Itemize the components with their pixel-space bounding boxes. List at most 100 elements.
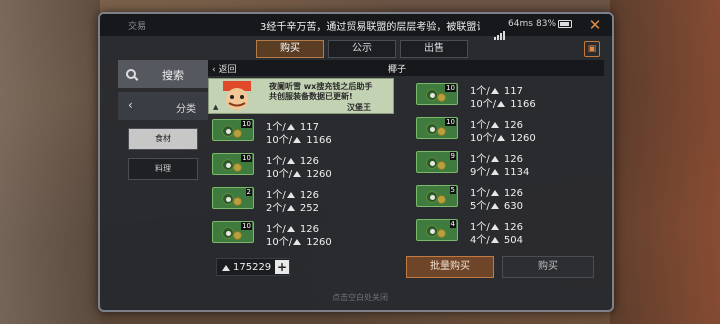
stack-count: 10	[445, 84, 456, 92]
ad-banner[interactable]: ▲ 夜阑听雪 wx搜充钱之后助手 共创服装备数据已更新! 汉堡王	[208, 78, 394, 114]
coconut-icon	[222, 193, 234, 205]
stack-count: 10	[241, 120, 252, 128]
currency-icon	[497, 100, 506, 107]
currency-icon	[490, 189, 500, 196]
currency-icon	[490, 202, 500, 209]
total-price: 504	[503, 235, 524, 246]
listing-row[interactable]: 10 1个/ 126 10个/ 1260	[412, 116, 598, 144]
coconut-item-icon: 10	[212, 153, 254, 175]
currency-icon	[490, 121, 500, 128]
coconut-icon	[426, 157, 438, 169]
currency-icon	[286, 225, 296, 232]
coconut-item-icon: 10	[212, 119, 254, 141]
currency-balance: 175229 +	[216, 258, 290, 276]
currency-icon	[490, 236, 500, 243]
total-price-line: 5个/ 630	[470, 197, 523, 212]
coconut-icon	[426, 123, 438, 135]
tab-sell[interactable]: 出售	[400, 40, 468, 58]
ad-line-2: 共创服装备数据已更新!	[269, 92, 353, 101]
total-price: 252	[299, 203, 320, 214]
currency-icon	[286, 157, 296, 164]
signal-icon	[494, 21, 508, 40]
coconut-icon	[426, 89, 438, 101]
total-price: 1260	[306, 169, 332, 180]
coconut-item-icon: 5	[416, 185, 458, 207]
coconut-half-icon	[233, 163, 242, 172]
announcement-marquee: 3经千辛万苦，通过贸易联盟的层层考验，被联盟认证为高级挖	[260, 22, 480, 33]
total-price: 1134	[503, 167, 530, 178]
total-price-line: 10个/ 1260	[266, 233, 332, 248]
background-right	[610, 0, 720, 324]
coin-mini-icon: ▲	[213, 103, 219, 111]
stack-count: 4	[449, 220, 456, 228]
coconut-item-icon: 10	[416, 117, 458, 139]
add-currency-button[interactable]: +	[275, 260, 289, 274]
item-header: ‹ 返回 椰子	[208, 60, 604, 76]
listing-row[interactable]: 5 1个/ 126 5个/ 630	[412, 184, 598, 212]
coconut-half-icon	[437, 161, 446, 170]
total-qty: 10个/	[266, 135, 293, 146]
stack-count: 10	[241, 222, 252, 230]
currency-icon	[490, 168, 500, 175]
stack-count: 9	[449, 152, 456, 160]
close-icon[interactable]: ✕	[586, 16, 604, 34]
currency-icon	[222, 264, 231, 271]
top-bar: 交易 3经千辛万苦，通过贸易联盟的层层考验，被联盟认证为高级挖 64ms 83%…	[100, 14, 612, 40]
trade-window: 交易 3经千辛万苦，通过贸易联盟的层层考验，被联盟认证为高级挖 64ms 83%…	[98, 12, 614, 312]
currency-icon	[286, 191, 296, 198]
close-hint: 点击空白处关闭	[332, 293, 388, 302]
listing-row[interactable]: 9 1个/ 126 9个/ 1134	[412, 150, 598, 178]
search-icon	[126, 69, 136, 79]
total-qty: 9个/	[470, 167, 490, 178]
tab-bar: 购买 公示 出售	[256, 40, 468, 58]
listing-row[interactable]: 10 1个/ 117 10个/ 1166	[208, 118, 394, 146]
total-price: 1260	[510, 133, 536, 144]
chevron-left-icon: ‹	[128, 98, 133, 112]
listing-row[interactable]: 10 1个/ 126 10个/ 1260	[208, 152, 394, 180]
category-button[interactable]: ‹ 分类	[118, 92, 208, 120]
tab-buy[interactable]: 购买	[256, 40, 324, 58]
listing-row[interactable]: 10 1个/ 126 10个/ 1260	[208, 220, 394, 248]
coconut-icon	[222, 125, 234, 137]
category-label: 分类	[176, 104, 196, 115]
stack-count: 10	[445, 118, 456, 126]
background-left	[0, 0, 100, 324]
coconut-half-icon	[233, 129, 242, 138]
tab-notice[interactable]: 公示	[328, 40, 396, 58]
battery-icon	[558, 20, 572, 28]
back-button[interactable]: ‹ 返回	[212, 62, 236, 75]
coconut-half-icon	[437, 93, 446, 102]
subcategory-dishes[interactable]: 料理	[128, 158, 198, 180]
currency-icon	[490, 87, 500, 94]
listing-row[interactable]: 2 1个/ 126 2个/ 252	[208, 186, 394, 214]
search-button[interactable]: 搜索	[118, 60, 208, 88]
coconut-icon	[426, 191, 438, 203]
bulk-buy-button[interactable]: 批量购买	[406, 256, 494, 278]
coconut-half-icon	[437, 195, 446, 204]
currency-icon	[293, 238, 302, 245]
total-qty: 4个/	[470, 235, 490, 246]
listing-row[interactable]: 10 1个/ 117 10个/ 1166	[412, 82, 598, 110]
total-qty: 10个/	[470, 99, 497, 110]
total-price-line: 10个/ 1166	[470, 95, 536, 110]
coconut-half-icon	[233, 231, 242, 240]
total-price-line: 4个/ 504	[470, 231, 523, 246]
listing-area: ‹ 返回 椰子 ▲ 夜阑听雪 wx搜充钱之后助手 共创服装备数据已更新! 汉堡王…	[208, 60, 604, 254]
listing-row[interactable]: 4 1个/ 126 4个/ 504	[412, 218, 598, 246]
coconut-item-icon: 4	[416, 219, 458, 241]
total-qty: 10个/	[266, 169, 293, 180]
total-price: 1166	[306, 135, 332, 146]
item-title: 椰子	[388, 65, 407, 75]
stack-count: 5	[449, 186, 456, 194]
total-price: 1260	[306, 237, 332, 248]
currency-icon	[293, 170, 302, 177]
stack-count: 10	[241, 154, 252, 162]
window-title: 交易	[128, 22, 147, 32]
clipboard-icon[interactable]: ▣	[584, 41, 600, 57]
buy-button[interactable]: 购买	[502, 256, 594, 278]
ad-line-3: 汉堡王	[347, 103, 371, 112]
balance-value: 175229	[233, 262, 272, 273]
subcategory-ingredients[interactable]: 食材	[128, 128, 198, 150]
total-price-line: 10个/ 1260	[266, 165, 332, 180]
sidebar: 搜索 ‹ 分类 食材 料理	[118, 60, 208, 180]
